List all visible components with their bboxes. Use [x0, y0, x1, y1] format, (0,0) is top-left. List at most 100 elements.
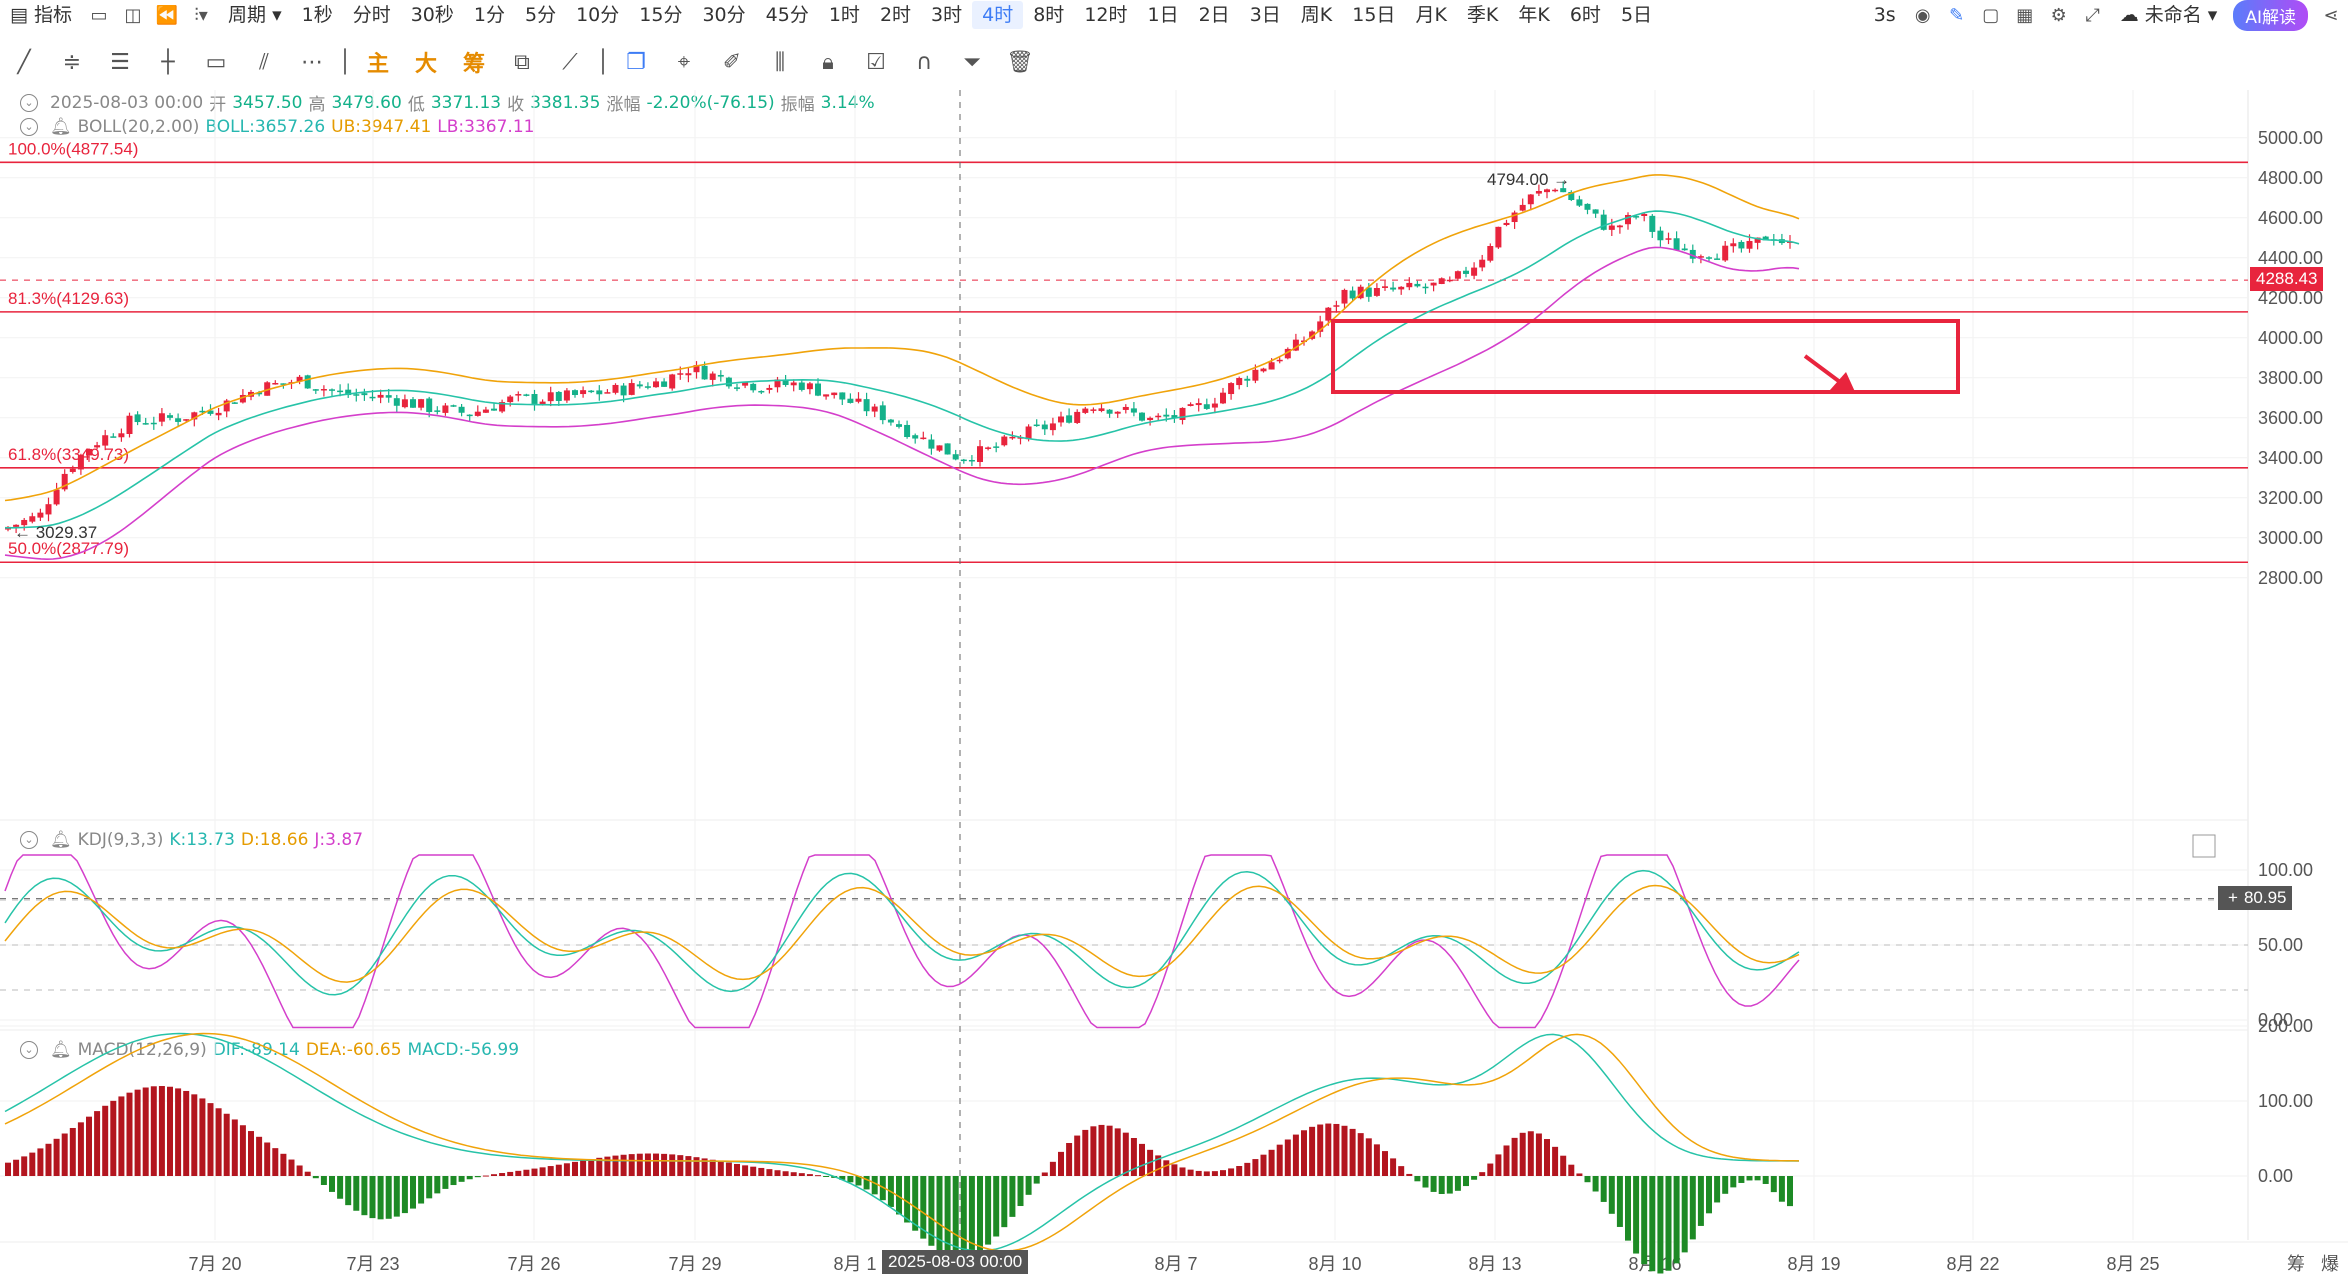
macd-bar [191, 1094, 198, 1176]
candle-body [831, 392, 838, 396]
candle-body [904, 424, 911, 438]
candle-body [1009, 436, 1016, 439]
macd-bar [1171, 1164, 1178, 1176]
candle-body [118, 433, 125, 438]
candle-body [458, 406, 465, 413]
macd-bar [1527, 1131, 1534, 1176]
candle-body [1414, 283, 1421, 287]
macd-bar [1139, 1143, 1145, 1176]
macd-bar [1689, 1176, 1696, 1240]
macd-bar [985, 1176, 992, 1245]
macd-bar [1706, 1176, 1712, 1214]
macd-bar [183, 1090, 190, 1176]
candle-body [604, 392, 611, 394]
price-axis-label: 3200.00 [2258, 488, 2323, 508]
macd-bar [248, 1131, 254, 1176]
candle-body [418, 399, 425, 408]
macd-bar [790, 1172, 797, 1176]
candle-body [912, 435, 919, 439]
plus-icon[interactable]: + [2222, 888, 2244, 907]
macd-bar [353, 1176, 360, 1211]
candle-body [1049, 423, 1056, 431]
macd-bar [1373, 1144, 1380, 1176]
macd-bar [1414, 1176, 1421, 1182]
candle-body [580, 390, 587, 395]
macd-axis-label: 200.00 [2258, 1016, 2313, 1036]
candle-body [628, 383, 635, 395]
macd-bar [466, 1176, 473, 1180]
macd-bar [766, 1169, 773, 1176]
candle-body [1025, 426, 1032, 440]
macd-bar [1552, 1146, 1559, 1176]
macd-bar [1163, 1160, 1170, 1176]
macd-bar [904, 1176, 911, 1223]
candle-body [1122, 406, 1129, 410]
macd-bar [272, 1148, 279, 1176]
macd-bar [223, 1113, 230, 1176]
macd-bar [288, 1159, 295, 1176]
macd-bar [1746, 1176, 1753, 1181]
candle-body [69, 468, 76, 472]
candle-body [466, 414, 473, 417]
macd-bar [1503, 1145, 1510, 1176]
macd-bar [823, 1176, 830, 1177]
macd-bar [1309, 1126, 1316, 1176]
macd-bar [239, 1125, 246, 1176]
candle-body [126, 415, 133, 434]
candle-body [401, 399, 408, 408]
candle-body [1479, 259, 1486, 268]
macd-histogram [5, 1086, 1793, 1274]
macd-bar [1616, 1176, 1623, 1227]
candle-body [142, 423, 149, 425]
candle-body [555, 391, 562, 401]
macd-bar [1325, 1123, 1332, 1176]
candle-body [150, 422, 157, 425]
macd-bar [580, 1160, 587, 1176]
candle-body [1147, 417, 1154, 421]
kline-chart[interactable]: 5000.004800.004600.004400.004200.004000.… [0, 0, 2348, 1284]
candle-body [936, 445, 943, 451]
macd-bar [37, 1148, 44, 1176]
candle-body [474, 411, 481, 416]
macd-bar [77, 1122, 84, 1176]
candle-body [1066, 415, 1073, 423]
macd-bar [150, 1086, 157, 1176]
macd-bar [709, 1159, 716, 1176]
candle-body [1722, 245, 1729, 261]
macd-bar [1195, 1170, 1202, 1176]
macd-bar [628, 1154, 635, 1176]
macd-bar [1487, 1163, 1494, 1176]
candle-body [1592, 209, 1599, 214]
macd-bar [1203, 1171, 1210, 1176]
macd-bar [1349, 1128, 1356, 1176]
macd-bar [1778, 1176, 1785, 1202]
kdj-k-line [4, 869, 1800, 996]
candle-body [1349, 290, 1356, 299]
candle-body [596, 390, 603, 395]
macd-bar [482, 1175, 489, 1177]
candle-body [94, 445, 101, 448]
candle-body [1130, 408, 1137, 413]
macd-bar [1535, 1133, 1542, 1176]
candle-body [134, 414, 141, 423]
macd-bar [158, 1086, 165, 1176]
macd-bar [960, 1176, 967, 1258]
macd-bar [1471, 1176, 1478, 1180]
candle-body [1608, 225, 1615, 230]
macd-bar [1511, 1137, 1518, 1176]
macd-bar [677, 1155, 684, 1176]
macd-bar [782, 1171, 789, 1176]
macd-bar [491, 1174, 497, 1176]
candle-body [572, 390, 578, 396]
macd-bar [1754, 1176, 1761, 1181]
candle-body [523, 394, 530, 396]
candle-body [385, 395, 392, 398]
macd-bar [450, 1176, 457, 1186]
macd-bar [312, 1176, 319, 1179]
kdj-j-line [4, 854, 1800, 1029]
macd-bar [758, 1167, 765, 1176]
candle-body [920, 437, 927, 440]
date-axis-label: 7月 20 [188, 1254, 241, 1274]
macd-bar [1276, 1144, 1283, 1176]
candle-body [985, 447, 992, 449]
